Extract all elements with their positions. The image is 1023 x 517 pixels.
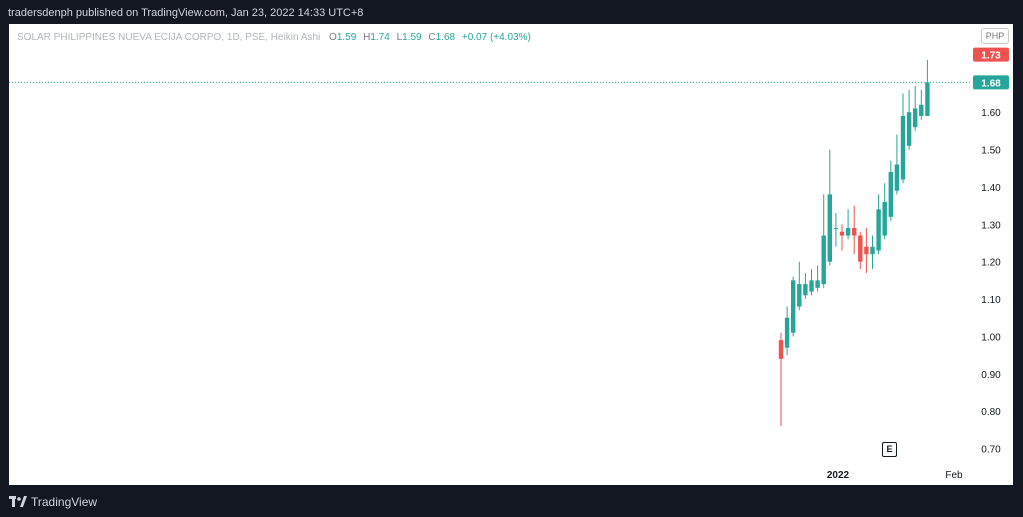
y-tick-label: 1.20 [981,258,1001,269]
candle-body [870,246,875,255]
x-tick-label: Feb [945,470,963,481]
open-label: O [329,32,337,43]
candle-body [827,194,832,262]
y-tick-label: 0.90 [981,370,1001,381]
y-tick-label: 1.30 [981,220,1001,231]
candle-body [815,280,820,288]
candle-body [864,246,869,255]
candle-body [876,209,881,251]
candle-body [821,235,826,285]
candle-body [913,108,918,128]
candle-body [888,172,893,217]
currency-button[interactable]: PHP [981,28,1009,44]
earnings-marker[interactable]: E [882,442,897,457]
price-label-text: 1.68 [981,78,1001,89]
candle-body [797,284,802,307]
tradingview-logo-icon [9,496,27,507]
candle-body [894,164,900,191]
tradingview-logo[interactable]: TradingView [9,495,97,509]
chart-area[interactable]: 0.70 0.80 0.90 1.00 1.10 1.20 1.30 1.40 1.50 1.60… [9,24,1013,485]
candle-body [882,201,887,236]
price-chart[interactable]: 0.70 0.80 0.90 1.00 1.10 1.20 1.30 1.40 1.50 1.60… [9,24,1013,485]
symbol-title: SOLAR PHILIPPINES NUEVA ECIJA CORPO, 1D,… [17,32,321,43]
symbol-legend: SOLAR PHILIPPINES NUEVA ECIJA CORPO, 1D,… [17,32,531,43]
y-tick-label: 0.70 [981,445,1001,456]
candle-body [791,280,796,333]
candle-body [845,228,851,236]
candle-body [925,82,930,116]
change-value: +0.07 (+4.03%) [461,32,531,43]
y-tick-label: 1.50 [981,146,1001,157]
candle-body [858,235,863,262]
y-tick-label: 1.00 [981,332,1001,343]
x-tick-label: 2022 [827,470,850,481]
candle-body [784,317,790,348]
y-tick-label: 1.60 [981,108,1001,119]
candle-body [778,340,784,359]
publish-header: tradersdenph published on TradingView.co… [0,0,1023,24]
candle-body [803,284,808,296]
y-tick-label: 0.80 [981,407,1001,418]
publish-info: tradersdenph published on TradingView.co… [8,7,364,19]
candle-body [833,228,839,230]
y-tick-label: 1.10 [981,295,1001,306]
candle-body [809,280,814,292]
close-label: C [428,32,436,43]
candle-body [839,231,845,236]
tradingview-brand: TradingView [31,495,98,509]
candle-body [919,104,924,116]
candle-body [852,228,857,236]
close-value: 1.68 [435,32,456,43]
candle-body [906,112,912,146]
price-label-text: 1.73 [981,51,1001,62]
high-value: 1.74 [370,32,390,43]
low-value: 1.59 [402,32,422,43]
y-tick-label: 1.40 [981,183,1001,194]
open-value: 1.59 [336,32,357,43]
candle-body [900,115,906,180]
